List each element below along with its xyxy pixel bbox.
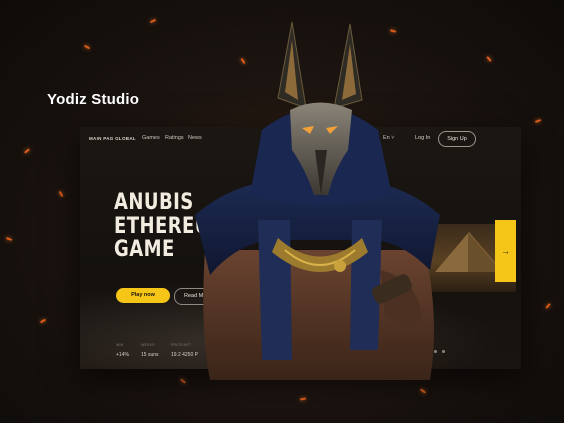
ember [389, 29, 397, 33]
hero-title-line: GAME [114, 237, 175, 262]
ember [419, 388, 427, 394]
nav-link-games[interactable]: Games [142, 135, 160, 141]
stat-label: WIN [116, 343, 124, 347]
ember [534, 119, 542, 123]
ember [545, 303, 551, 309]
ember [299, 397, 307, 401]
ember [58, 190, 64, 198]
left-ear [277, 21, 307, 109]
stat-value: 15 suns [141, 352, 159, 358]
right-ear [333, 23, 363, 109]
ember [240, 57, 246, 65]
read-more-button[interactable]: Read M [174, 288, 222, 305]
signup-button[interactable]: Sign Up [438, 131, 476, 147]
play-now-button[interactable]: Play now [116, 288, 170, 303]
stat-value: +14% [116, 352, 129, 358]
ember [24, 148, 30, 154]
ember [486, 56, 492, 62]
hero-title-line: ANUBIS [114, 190, 194, 215]
slider-dot[interactable] [442, 350, 445, 353]
language-select[interactable]: En ˅ [383, 135, 394, 141]
nav-brand[interactable]: MAIN PAG GLOBAL [89, 136, 136, 141]
hero-title-line: ETHEREUM [114, 213, 229, 239]
slider-dot-active[interactable] [422, 348, 430, 356]
hero-title: ANUBIS ETHEREUM GAME [114, 191, 228, 262]
studio-name: Yodiz Studio [47, 91, 140, 108]
top-nav: MAIN PAG GLOBAL Games Ratings News En ˅ … [80, 127, 521, 153]
ember [83, 44, 91, 50]
ember [180, 378, 186, 384]
website-mockup: MAIN PAG GLOBAL Games Ratings News En ˅ … [80, 127, 521, 369]
ember [5, 237, 13, 241]
nav-link-ratings[interactable]: Ratings [165, 135, 184, 141]
chevron-down-icon: ˅ [391, 135, 395, 141]
nav-link-news[interactable]: News [188, 135, 202, 141]
stat-value: 19.2 4250 P [171, 352, 198, 358]
ember [149, 18, 157, 24]
stat-label: WEEKS [141, 343, 155, 347]
stat-label: PRICE/NFT [171, 343, 192, 347]
arrow-right-icon[interactable]: → [495, 220, 516, 282]
slider-dot[interactable] [434, 350, 437, 353]
ember [39, 318, 47, 324]
login-link[interactable]: Log In [415, 135, 430, 141]
language-value: En [383, 135, 390, 141]
